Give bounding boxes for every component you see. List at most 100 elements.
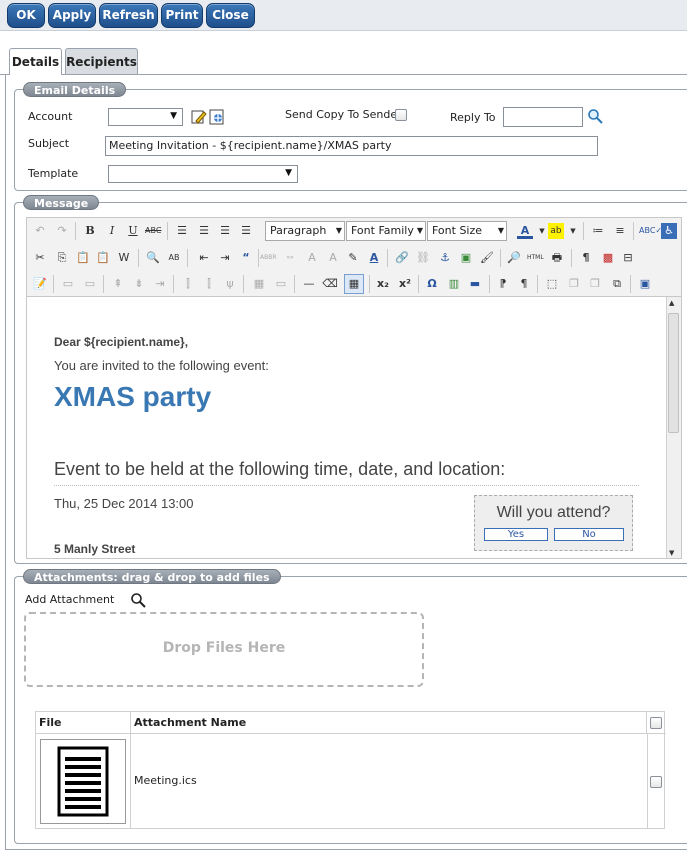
subscript-icon[interactable]: x₂ bbox=[375, 276, 391, 292]
strikethrough-icon[interactable]: ABC bbox=[145, 223, 161, 239]
tab-recipients[interactable]: Recipients bbox=[65, 48, 138, 74]
align-right-icon[interactable]: ☰ bbox=[217, 223, 233, 239]
move-forward-icon[interactable]: ❐ bbox=[566, 276, 582, 292]
horizontal-rule-icon[interactable]: — bbox=[301, 276, 317, 292]
template-select[interactable]: ▼ bbox=[108, 165, 298, 183]
scroll-up-icon[interactable]: ▲ bbox=[669, 299, 674, 307]
table-row[interactable]: Meeting.ics bbox=[36, 734, 664, 828]
new-account-icon[interactable] bbox=[209, 109, 225, 125]
select-all-checkbox[interactable] bbox=[650, 717, 662, 729]
column-header-file[interactable]: File bbox=[36, 712, 131, 734]
find-icon[interactable]: 🔍 bbox=[145, 250, 161, 266]
reply-to-input[interactable] bbox=[503, 107, 583, 127]
template-icon[interactable]: 📝 bbox=[32, 276, 48, 292]
copy-icon[interactable]: ⎘ bbox=[54, 250, 70, 266]
send-copy-checkbox[interactable] bbox=[395, 109, 407, 121]
delete-row-icon[interactable]: ⇥ bbox=[152, 276, 168, 292]
attachment-row-checkbox[interactable] bbox=[650, 776, 662, 788]
bold-icon[interactable]: B bbox=[82, 223, 98, 239]
scroll-down-icon[interactable]: ▼ bbox=[669, 549, 674, 557]
italic-icon[interactable]: I bbox=[104, 223, 120, 239]
anchor-icon[interactable]: ⚓ bbox=[437, 250, 453, 266]
chevron-down-icon[interactable]: ▼ bbox=[565, 223, 581, 239]
cut-icon[interactable]: ✂ bbox=[32, 250, 48, 266]
visual-chars-icon[interactable]: ¶ bbox=[578, 250, 594, 266]
delete-col-icon[interactable]: ψ bbox=[222, 276, 238, 292]
insert-layer-icon[interactable]: ⬚ bbox=[544, 276, 560, 292]
move-backward-icon[interactable]: ❐ bbox=[587, 276, 603, 292]
unlink-icon[interactable]: ⛓ bbox=[415, 250, 431, 266]
table-row-props-icon[interactable]: ▭ bbox=[60, 276, 76, 292]
account-select[interactable]: ▼ bbox=[108, 108, 183, 126]
edit-account-icon[interactable] bbox=[191, 109, 207, 125]
find-replace-icon[interactable]: AB bbox=[166, 250, 182, 266]
insert-col-before-icon[interactable]: ⫿ bbox=[180, 276, 196, 292]
highlight-color-icon[interactable]: ab bbox=[548, 223, 564, 239]
text-color-icon[interactable]: A bbox=[517, 223, 533, 239]
apply-button[interactable]: Apply bbox=[48, 3, 96, 28]
search-icon[interactable] bbox=[130, 592, 146, 608]
split-cells-icon[interactable]: ▦ bbox=[251, 276, 267, 292]
subject-input[interactable]: Meeting Invitation - ${recipient.name}/X… bbox=[105, 136, 598, 156]
ltr-icon[interactable]: ⁋ bbox=[495, 276, 511, 292]
merge-cells-icon[interactable]: ▭ bbox=[273, 276, 289, 292]
print-button[interactable]: Print bbox=[161, 3, 203, 28]
font-family-select[interactable]: Font Family ▼ bbox=[346, 221, 426, 241]
attend-yes-button[interactable]: Yes bbox=[484, 528, 548, 541]
insert-line-icon[interactable]: ▬ bbox=[467, 276, 483, 292]
search-icon[interactable] bbox=[587, 108, 603, 124]
align-justify-icon[interactable]: ☰ bbox=[238, 223, 254, 239]
outdent-icon[interactable]: ⇤ bbox=[196, 250, 212, 266]
print-icon[interactable]: 🖶 bbox=[549, 250, 565, 266]
insert-row-before-icon[interactable]: ⇞ bbox=[110, 276, 126, 292]
paste-icon[interactable]: 📋 bbox=[75, 250, 91, 266]
fullscreen-icon[interactable]: ▣ bbox=[637, 276, 653, 292]
blockquote-icon[interactable]: “ bbox=[238, 250, 254, 266]
scroll-thumb[interactable] bbox=[668, 313, 679, 433]
align-left-icon[interactable]: ☰ bbox=[174, 223, 190, 239]
media-icon[interactable]: ▥ bbox=[446, 276, 462, 292]
remove-format-icon[interactable]: ⌫ bbox=[322, 276, 338, 292]
attributes-icon[interactable]: ✎ bbox=[345, 250, 361, 266]
undo-icon[interactable]: ↶ bbox=[32, 223, 48, 239]
special-char-icon[interactable]: Ω bbox=[424, 276, 440, 292]
refresh-button[interactable]: Refresh bbox=[99, 3, 158, 28]
html-source-icon[interactable]: HTML bbox=[527, 250, 544, 266]
column-header-attachment-name[interactable]: Attachment Name bbox=[131, 712, 647, 734]
styles-icon[interactable]: A bbox=[366, 250, 382, 266]
paste-word-icon[interactable]: W bbox=[116, 250, 132, 266]
page-break-icon[interactable]: ⊟ bbox=[620, 250, 636, 266]
ok-button[interactable]: OK bbox=[7, 3, 45, 28]
insert-col-after-icon[interactable]: ⫿ bbox=[201, 276, 217, 292]
editor-content[interactable]: Dear ${recipient.name}, You are invited … bbox=[26, 297, 682, 559]
rtl-icon[interactable]: ¶ bbox=[516, 276, 532, 292]
link-icon[interactable]: 🔗 bbox=[394, 250, 410, 266]
citation-icon[interactable]: «» bbox=[282, 250, 298, 266]
underline-icon[interactable]: U bbox=[125, 223, 141, 239]
non-breaking-icon[interactable]: ▩ bbox=[600, 250, 616, 266]
superscript-icon[interactable]: x² bbox=[397, 276, 413, 292]
abbreviation-icon[interactable]: ABBR bbox=[260, 250, 277, 266]
table-cell-props-icon[interactable]: ▭ bbox=[82, 276, 98, 292]
accessibility-icon[interactable]: ♿ bbox=[661, 223, 677, 239]
font-size-select[interactable]: Font Size ▼ bbox=[427, 221, 507, 241]
align-center-icon[interactable]: ☰ bbox=[196, 223, 212, 239]
insert-text-icon[interactable]: A bbox=[304, 250, 320, 266]
insert-row-after-icon[interactable]: ⇟ bbox=[131, 276, 147, 292]
tab-details[interactable]: Details bbox=[9, 48, 62, 75]
image-icon[interactable]: ▣ bbox=[458, 250, 474, 266]
indent-icon[interactable]: ⇥ bbox=[217, 250, 233, 266]
editor-scrollbar[interactable]: ▲ ▼ bbox=[666, 297, 681, 558]
file-drop-zone[interactable]: Drop Files Here bbox=[24, 612, 424, 687]
close-button[interactable]: Close bbox=[206, 3, 255, 28]
table-icon[interactable]: ▦ bbox=[344, 274, 364, 294]
bullet-list-icon[interactable]: ≔ bbox=[590, 223, 606, 239]
spellcheck-icon[interactable]: ABC✓ bbox=[639, 223, 662, 239]
format-select[interactable]: Paragraph ▼ bbox=[265, 221, 345, 241]
preview-icon[interactable]: 🔎 bbox=[506, 250, 522, 266]
delete-text-icon[interactable]: A bbox=[325, 250, 341, 266]
redo-icon[interactable]: ↷ bbox=[54, 223, 70, 239]
absolute-position-icon[interactable]: ⧉ bbox=[609, 276, 625, 292]
paste-text-icon[interactable]: 📋 bbox=[95, 250, 111, 266]
attend-no-button[interactable]: No bbox=[554, 528, 624, 541]
